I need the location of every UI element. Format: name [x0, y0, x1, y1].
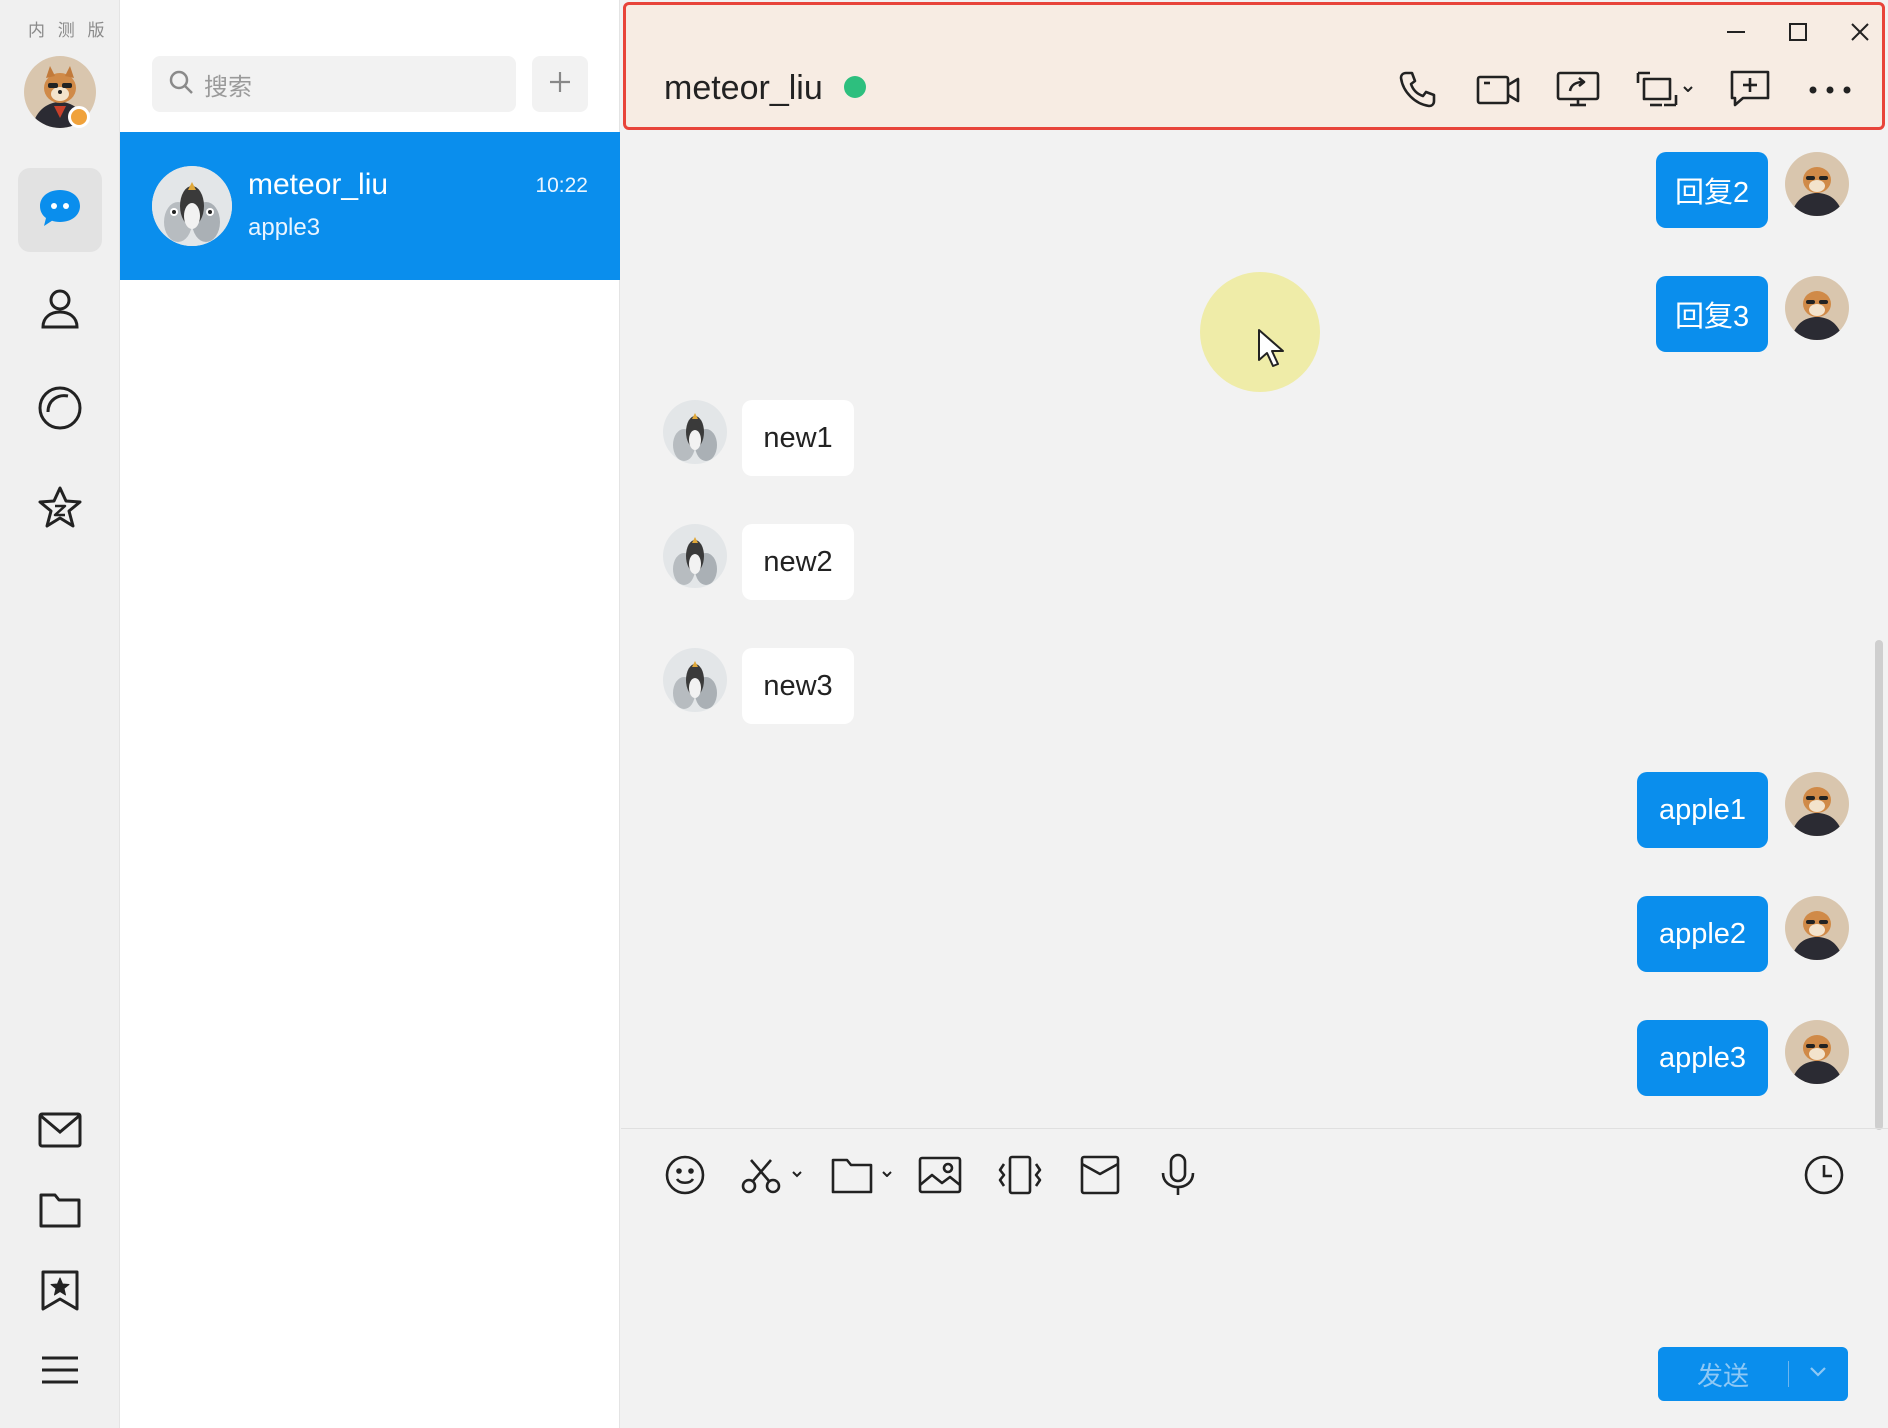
close-icon	[1849, 21, 1871, 48]
contact-avatar	[152, 166, 232, 246]
minimize-button[interactable]	[1716, 19, 1756, 49]
maximize-button[interactable]	[1778, 19, 1818, 49]
screen-share-icon	[1556, 69, 1600, 114]
red-packet-button[interactable]	[1077, 1149, 1123, 1205]
send-button[interactable]: 发送	[1658, 1347, 1848, 1401]
bookmark-star-icon	[40, 1269, 80, 1316]
search-box[interactable]: 搜索	[152, 56, 516, 112]
emoji-button[interactable]	[661, 1149, 709, 1205]
message-bubble-in[interactable]: new2	[742, 524, 854, 600]
composer: 发送	[621, 1128, 1888, 1428]
vibrate-icon	[996, 1154, 1044, 1201]
more-button[interactable]	[1806, 69, 1854, 113]
history-button[interactable]	[1801, 1149, 1847, 1205]
remote-desktop-icon	[1636, 69, 1696, 114]
mail-icon	[38, 1112, 82, 1153]
add-button[interactable]	[532, 56, 588, 112]
nav-mail[interactable]	[18, 1090, 102, 1174]
search-placeholder: 搜索	[204, 73, 252, 101]
message-bubble-out[interactable]: 回复3	[1656, 276, 1768, 352]
nav-menu[interactable]	[18, 1330, 102, 1414]
left-nav-rail: 内 测 版	[0, 0, 120, 1428]
chevron-down-icon	[1809, 1365, 1827, 1383]
smiley-icon	[664, 1154, 706, 1201]
image-icon	[918, 1155, 962, 1200]
chat-bubble-icon	[36, 184, 84, 237]
conversation-list: 搜索 meteor_liu apple3 10:22	[120, 0, 620, 1428]
status-badge	[68, 106, 90, 128]
message-bubble-out[interactable]: apple3	[1637, 1020, 1768, 1096]
remote-assist-button[interactable]	[1636, 69, 1696, 113]
video-call-button[interactable]	[1474, 69, 1522, 113]
nav-files[interactable]	[18, 1170, 102, 1254]
online-status-dot	[844, 76, 866, 98]
message-area: 回复2 回复3 new1 new2 new3 apple1 apple2 app…	[621, 132, 1888, 1128]
person-icon	[37, 285, 83, 336]
search-icon	[168, 69, 194, 100]
message-bubble-out[interactable]: apple1	[1637, 772, 1768, 848]
file-button[interactable]	[831, 1149, 897, 1205]
conversation-item[interactable]: meteor_liu apple3 10:22	[120, 132, 620, 280]
scissors-icon	[741, 1154, 807, 1201]
screen-share-button[interactable]	[1554, 69, 1602, 113]
star-z-icon	[36, 484, 84, 537]
new-chat-button[interactable]	[1726, 69, 1774, 113]
minimize-icon	[1725, 21, 1747, 48]
close-button[interactable]	[1840, 19, 1880, 49]
nav-bookmarks[interactable]	[18, 1250, 102, 1334]
conversation-preview: apple3	[248, 214, 321, 241]
nav-moments[interactable]	[18, 368, 102, 452]
microphone-icon	[1158, 1153, 1198, 1202]
message-bubble-in[interactable]: new1	[742, 400, 854, 476]
contact-avatar[interactable]	[663, 648, 727, 712]
my-avatar[interactable]	[1785, 772, 1849, 836]
video-camera-icon	[1476, 71, 1520, 112]
nav-contacts[interactable]	[18, 268, 102, 352]
message-bubble-out[interactable]: apple2	[1637, 896, 1768, 972]
voice-call-button[interactable]	[1394, 69, 1442, 113]
app-window: 内 测 版 搜索 meteor_liu apple3 10:22 meteor_…	[0, 0, 1888, 1428]
shake-button[interactable]	[995, 1149, 1045, 1205]
chat-title: meteor_liu	[664, 69, 823, 107]
message-bubble-out[interactable]: 回复2	[1656, 152, 1768, 228]
clock-icon	[1803, 1154, 1845, 1201]
chat-pane: meteor_liu 回复2 回复3 new1 new2 new3 apple1…	[621, 0, 1888, 1428]
chat-header: meteor_liu	[623, 2, 1885, 130]
phone-icon	[1398, 69, 1438, 114]
conversation-time: 10:22	[535, 174, 588, 197]
hamburger-icon	[40, 1354, 80, 1391]
add-chat-icon	[1729, 69, 1771, 114]
voice-message-button[interactable]	[1155, 1149, 1201, 1205]
contact-avatar[interactable]	[663, 400, 727, 464]
my-avatar[interactable]	[1785, 276, 1849, 340]
conversation-name: meteor_liu	[248, 168, 389, 201]
mouse-cursor-icon	[1257, 328, 1287, 375]
maximize-icon	[1787, 21, 1809, 48]
contact-avatar[interactable]	[663, 524, 727, 588]
message-bubble-in[interactable]: new3	[742, 648, 854, 724]
more-dots-icon	[1808, 82, 1852, 100]
nav-messages[interactable]	[18, 168, 102, 252]
my-avatar[interactable]	[1785, 152, 1849, 216]
nav-favorites[interactable]	[18, 468, 102, 552]
folder-icon	[831, 1154, 897, 1201]
red-envelope-icon	[1079, 1154, 1121, 1201]
plus-icon	[548, 70, 572, 99]
beta-label: 内 测 版	[28, 21, 109, 40]
send-options-dropdown[interactable]	[1789, 1365, 1847, 1383]
message-scrollbar[interactable]	[1875, 640, 1883, 1130]
my-avatar[interactable]	[1785, 896, 1849, 960]
circle-icon	[36, 384, 84, 437]
image-button[interactable]	[917, 1149, 963, 1205]
screenshot-button[interactable]	[741, 1149, 807, 1205]
my-avatar[interactable]	[1785, 1020, 1849, 1084]
folder-icon	[39, 1191, 81, 1234]
send-label: 发送	[1696, 1360, 1749, 1391]
